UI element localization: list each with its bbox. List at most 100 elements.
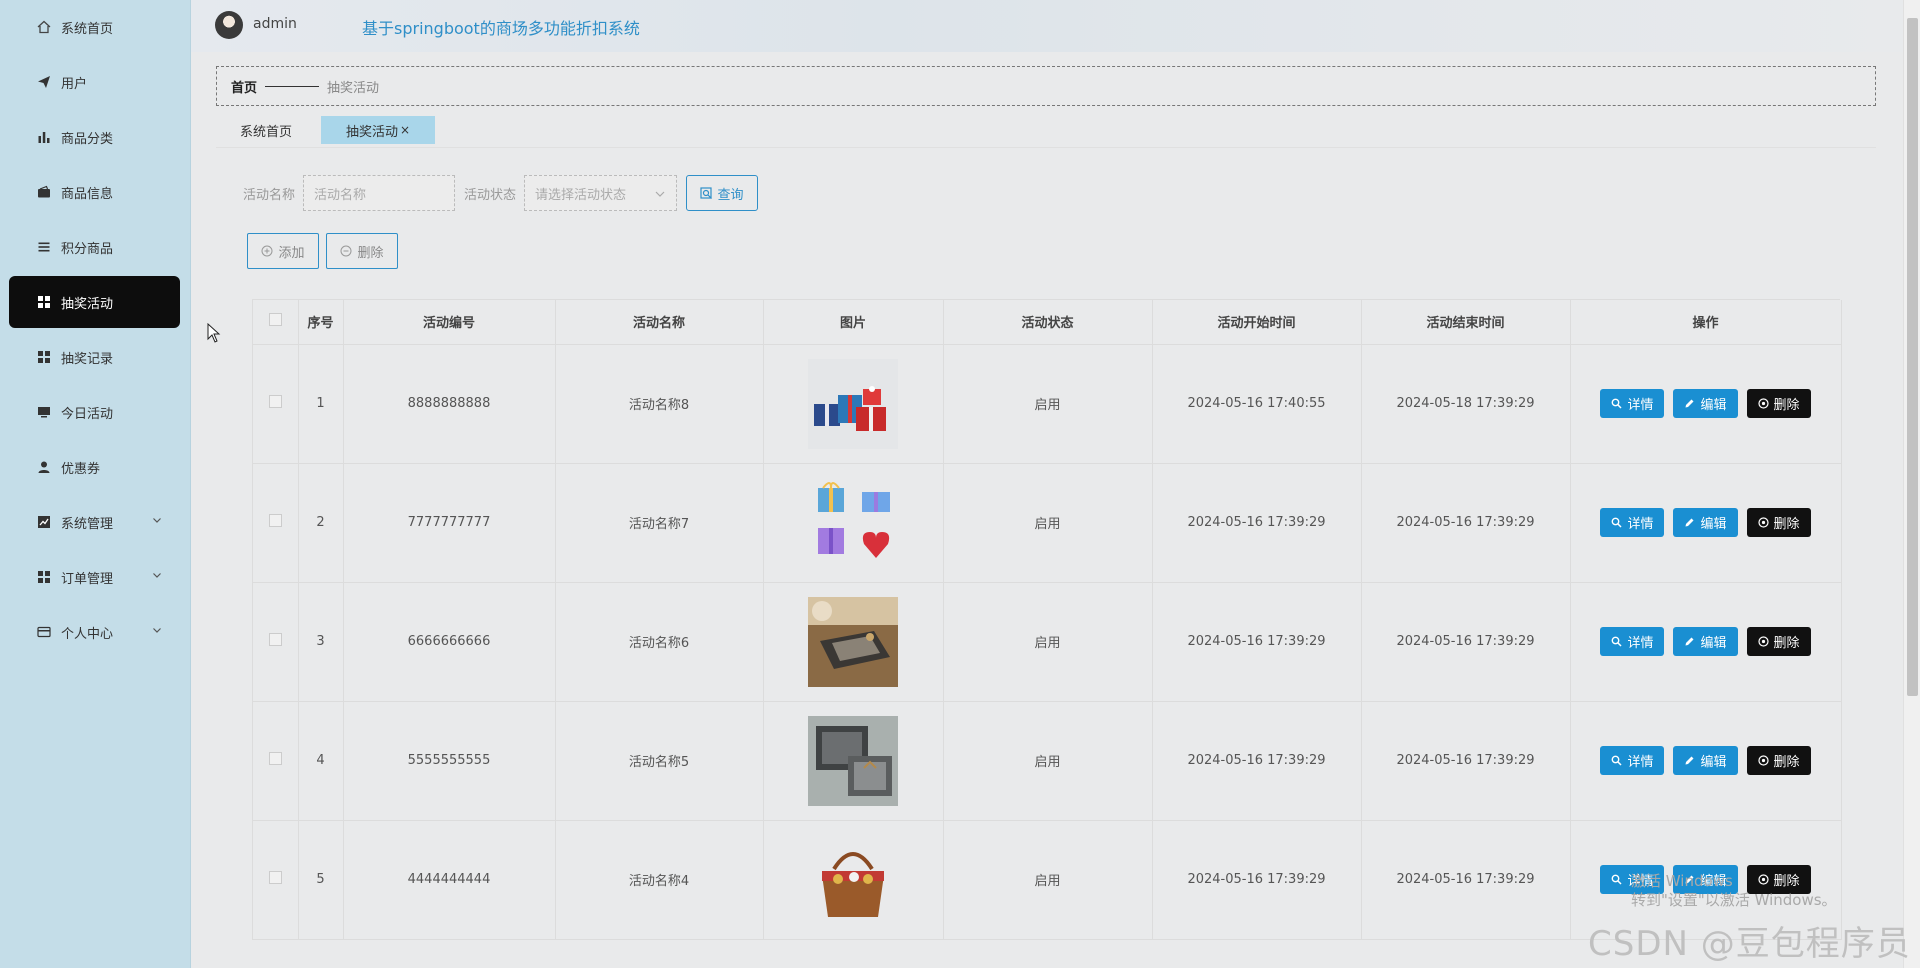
breadcrumb: 首页 抽奖活动 (216, 66, 1876, 106)
mouse-cursor-icon (207, 323, 221, 343)
delete-button[interactable]: 删除 (1746, 627, 1811, 656)
detail-button[interactable]: 详情 (1600, 389, 1665, 418)
select-all-checkbox[interactable] (268, 313, 282, 327)
row-end: 2024-05-16 17:39:29 (1361, 701, 1571, 821)
select-all-cell (253, 300, 299, 345)
row-checkbox[interactable] (268, 752, 282, 765)
avatar[interactable] (215, 11, 243, 39)
edit-button[interactable]: 编辑 (1673, 389, 1738, 418)
row-code: 8888888888 (343, 344, 556, 464)
gift-boxes-image[interactable] (808, 358, 898, 449)
top-header: admin 基于springboot的商场多功能折扣系统 (191, 0, 1920, 52)
detail-button[interactable]: 详情 (1600, 508, 1665, 537)
csdn-watermark: CSDN @豆包程序员 (1588, 924, 1911, 964)
row-code: 6666666666 (343, 582, 556, 702)
bulk-delete-button[interactable]: 删除 (326, 233, 398, 269)
edit-button[interactable]: 编辑 (1673, 746, 1738, 775)
chevron-down-icon (655, 191, 665, 197)
sidebar-item-users[interactable]: 用户 (9, 56, 180, 108)
sidebar-item-category[interactable]: 商品分类 (9, 111, 180, 163)
card-icon (37, 625, 51, 639)
detail-button[interactable]: 详情 (1600, 627, 1665, 656)
delete-button[interactable]: 删除 (1746, 389, 1811, 418)
column-header: 活动开始时间 (1152, 300, 1362, 345)
activity-name-input[interactable]: 活动名称 (303, 175, 455, 211)
sidebar-item-personal-center[interactable]: 个人中心 (9, 606, 180, 658)
scrollbar-thumb[interactable] (1907, 18, 1918, 696)
sidebar-item-lottery[interactable]: 抽奖活动 (9, 276, 180, 328)
row-name: 活动名称8 (555, 344, 764, 464)
list-icon (37, 240, 51, 254)
edit-label: 编辑 (1700, 636, 1727, 651)
sidebar-item-coupons[interactable]: 优惠券 (9, 441, 180, 493)
tab-home[interactable]: 系统首页 (216, 116, 316, 144)
activity-status-placeholder: 请选择活动状态 (535, 187, 627, 203)
monitor-icon (37, 405, 51, 419)
sidebar-item-label: 订单管理 (61, 571, 114, 587)
breadcrumb-home[interactable]: 首页 (231, 77, 257, 96)
app-title: 基于springboot的商场多功能折扣系统 (362, 19, 640, 38)
row-start: 2024-05-16 17:39:29 (1152, 701, 1362, 821)
pencil-icon (1685, 399, 1694, 408)
table-row: 1 8888888888 活动名称8 启用 2024-05-16 17:40:5… (253, 344, 1842, 464)
add-button[interactable]: 添加 (247, 233, 319, 269)
edit-button[interactable]: 编辑 (1673, 627, 1738, 656)
gift-icons-image[interactable] (808, 477, 898, 568)
sidebar-item-system-management[interactable]: 系统管理 (9, 496, 180, 548)
windows-watermark-line1: 激活 Windows (1631, 872, 1733, 890)
query-button[interactable]: 查询 (686, 175, 758, 211)
column-header: 操作 (1570, 300, 1842, 345)
sidebar-item-home[interactable]: 系统首页 (9, 1, 180, 53)
plus-circle-icon (261, 245, 273, 257)
gift-box-grey-image[interactable] (808, 715, 898, 806)
column-header: 活动状态 (943, 300, 1153, 345)
delete-button[interactable]: 删除 (1746, 746, 1811, 775)
chevron-down-icon (153, 518, 161, 523)
search-icon (1612, 874, 1622, 885)
tab-lottery[interactable]: 抽奖活动 × (321, 116, 435, 144)
sidebar-item-label: 抽奖记录 (61, 351, 114, 367)
gift-box-table-image[interactable] (808, 596, 898, 687)
detail-label: 详情 (1627, 636, 1654, 651)
table-row: 2 7777777777 活动名称7 启用 2024-05-16 17:39:2… (253, 463, 1842, 583)
row-checkbox[interactable] (268, 871, 282, 884)
row-checkbox[interactable] (268, 633, 282, 646)
delete-circle-icon (1757, 517, 1769, 528)
vertical-scrollbar[interactable] (1903, 0, 1920, 968)
row-checkbox[interactable] (268, 395, 282, 408)
row-status: 启用 (943, 820, 1153, 940)
edit-button[interactable]: 编辑 (1673, 508, 1738, 537)
sidebar-item-label: 用户 (61, 76, 88, 92)
column-header: 活动名称 (555, 300, 764, 345)
windows-watermark-line2: 转到"设置"以激活 Windows。 (1631, 890, 1837, 909)
grid-icon (37, 350, 51, 364)
activity-status-label: 活动状态 (464, 188, 517, 203)
sidebar-item-order-management[interactable]: 订单管理 (9, 551, 180, 603)
breadcrumb-separator (265, 85, 320, 87)
wallet-icon (37, 185, 51, 199)
chevron-down-icon (153, 573, 161, 578)
detail-button[interactable]: 详情 (1600, 746, 1665, 775)
row-index: 1 (298, 344, 344, 464)
query-label: 查询 (717, 187, 744, 203)
detail-label: 详情 (1627, 755, 1654, 770)
row-end: 2024-05-16 17:39:29 (1361, 582, 1571, 702)
delete-button[interactable]: 删除 (1746, 508, 1811, 537)
sidebar-item-today-activity[interactable]: 今日活动 (9, 386, 180, 438)
row-checkbox[interactable] (268, 514, 282, 527)
sidebar-item-products[interactable]: 商品信息 (9, 166, 180, 218)
sidebar-item-lottery-records[interactable]: 抽奖记录 (9, 331, 180, 383)
grid-icon (37, 570, 51, 584)
edit-label: 编辑 (1700, 517, 1727, 532)
search-icon (1612, 755, 1622, 766)
column-header: 图片 (763, 300, 944, 345)
delete-circle-icon (1757, 755, 1769, 766)
chevron-down-icon (153, 628, 161, 633)
activity-status-select[interactable]: 请选择活动状态 (524, 175, 677, 211)
close-icon[interactable]: × (400, 123, 410, 137)
pencil-icon (1685, 637, 1694, 646)
sidebar-item-points-products[interactable]: 积分商品 (9, 221, 180, 273)
row-name: 活动名称5 (555, 701, 764, 821)
row-index: 2 (298, 463, 344, 583)
gift-basket-image[interactable] (808, 834, 898, 925)
